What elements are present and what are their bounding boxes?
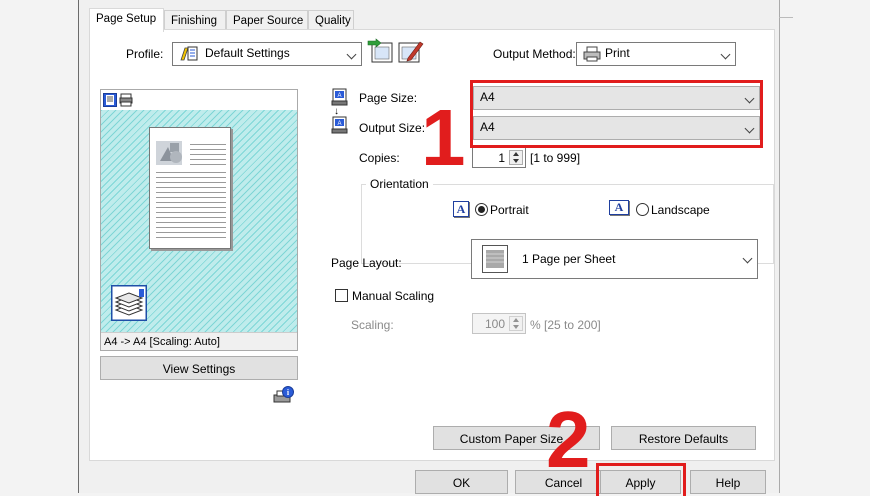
page-layout-icon: [482, 245, 508, 276]
preview-background: [101, 110, 297, 332]
output-method-label: Output Method:: [493, 47, 576, 61]
page-preview: A4 -> A4 [Scaling: Auto]: [100, 89, 298, 351]
chevron-down-icon: [720, 49, 731, 60]
portrait-radio[interactable]: [475, 203, 488, 216]
chevron-down-icon: [742, 253, 753, 264]
printer-icon: [583, 46, 601, 65]
page-layout-value: 1 Page per Sheet: [522, 252, 616, 266]
profile-select[interactable]: Default Settings: [172, 42, 362, 66]
profile-value: Default Settings: [205, 46, 290, 60]
help-button[interactable]: Help: [690, 470, 766, 494]
output-size-label: Output Size:: [359, 121, 426, 135]
svg-text:A: A: [337, 121, 341, 127]
step1-number: 1: [421, 93, 466, 182]
printer-properties-dialog: Page Setup Finishing Paper Source Qualit…: [79, 0, 779, 496]
preview-caption: A4 -> A4 [Scaling: Auto]: [101, 332, 297, 350]
output-size-icon: A: [331, 116, 349, 137]
highlight-box-step2: [596, 463, 686, 496]
portrait-a-icon: A: [453, 201, 469, 217]
add-profile-icon[interactable]: [367, 38, 395, 67]
stack-of-paper-icon: [110, 284, 148, 324]
edit-profile-icon[interactable]: [396, 38, 424, 67]
view-settings-button[interactable]: View Settings: [100, 356, 298, 380]
highlight-box-step1: [470, 80, 763, 148]
preview-paper: [149, 127, 231, 249]
tab-page-setup[interactable]: Page Setup: [89, 8, 164, 32]
manual-scaling-checkbox[interactable]: [335, 289, 348, 302]
tab-paper-source[interactable]: Paper Source: [226, 10, 308, 30]
landscape-radio[interactable]: [636, 203, 649, 216]
profile-label: Profile:: [126, 47, 164, 61]
page-layout-select[interactable]: 1 Page per Sheet: [471, 239, 758, 279]
printer-view-icon[interactable]: [119, 93, 133, 110]
copies-label: Copies:: [359, 151, 400, 165]
ok-button[interactable]: OK: [415, 470, 508, 494]
restore-defaults-button[interactable]: Restore Defaults: [611, 426, 756, 450]
tab-finishing[interactable]: Finishing: [164, 10, 226, 30]
page-size-label: Page Size:: [359, 91, 418, 105]
scaling-value: 100: [484, 317, 505, 331]
copies-spinner[interactable]: 1: [472, 147, 526, 168]
spinner-arrows-icon[interactable]: [509, 316, 523, 331]
step2-number: 2: [546, 395, 591, 484]
output-method-value: Print: [605, 46, 630, 60]
landscape-label[interactable]: Landscape: [651, 203, 710, 217]
copies-value: 1: [498, 151, 505, 165]
printer-info-icon[interactable]: i: [273, 386, 295, 409]
preview-graphic: [156, 141, 182, 165]
scaling-label: Scaling:: [351, 318, 394, 332]
landscape-a-icon: A: [609, 200, 629, 215]
copies-range: [1 to 999]: [530, 151, 581, 165]
tab-quality[interactable]: Quality: [308, 10, 354, 30]
page-view-icon[interactable]: [103, 93, 117, 110]
window-edge-tick: [779, 17, 793, 18]
svg-text:A: A: [337, 93, 341, 99]
output-method-select[interactable]: Print: [576, 42, 736, 66]
scaling-range: % [25 to 200]: [530, 318, 601, 332]
page-setup-panel: Profile: Default Settings Output Method:…: [89, 29, 775, 461]
spinner-arrows-icon[interactable]: [509, 150, 523, 165]
window-right-border: [779, 0, 780, 493]
chevron-down-icon: [346, 49, 357, 60]
portrait-label[interactable]: Portrait: [490, 203, 529, 217]
manual-scaling-label[interactable]: Manual Scaling: [352, 289, 434, 303]
profile-icon: [179, 46, 199, 65]
scaling-spinner[interactable]: 100: [472, 313, 526, 334]
page-layout-label: Page Layout:: [331, 256, 402, 270]
